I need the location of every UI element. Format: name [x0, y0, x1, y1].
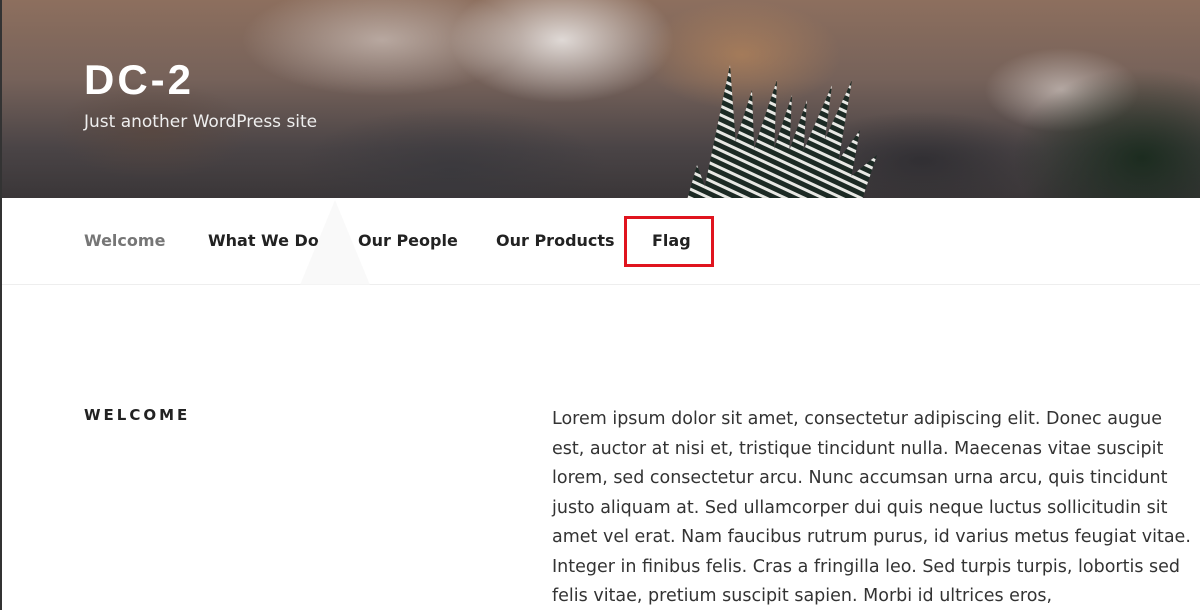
- nav-item-our-products[interactable]: Our Products: [496, 231, 615, 250]
- section-heading: WELCOME: [84, 406, 191, 424]
- nav-item-welcome[interactable]: Welcome: [84, 231, 165, 250]
- succulent-plant-image: [687, 65, 877, 198]
- site-title[interactable]: DC-2: [84, 56, 194, 104]
- nav-current-indicator: [300, 200, 370, 285]
- header-image: DC-2 Just another WordPress site: [2, 0, 1200, 198]
- page: DC-2 Just another WordPress site Welcome…: [0, 0, 1200, 610]
- main-navigation: Welcome What We Do Our People Our Produc…: [2, 198, 1200, 285]
- plant-leaves-image: [1002, 60, 1200, 198]
- body-paragraph: Lorem ipsum dolor sit amet, consectetur …: [552, 409, 1191, 606]
- site-tagline: Just another WordPress site: [84, 112, 318, 132]
- flag-highlight-box: [624, 216, 714, 267]
- nav-item-our-people[interactable]: Our People: [358, 231, 458, 250]
